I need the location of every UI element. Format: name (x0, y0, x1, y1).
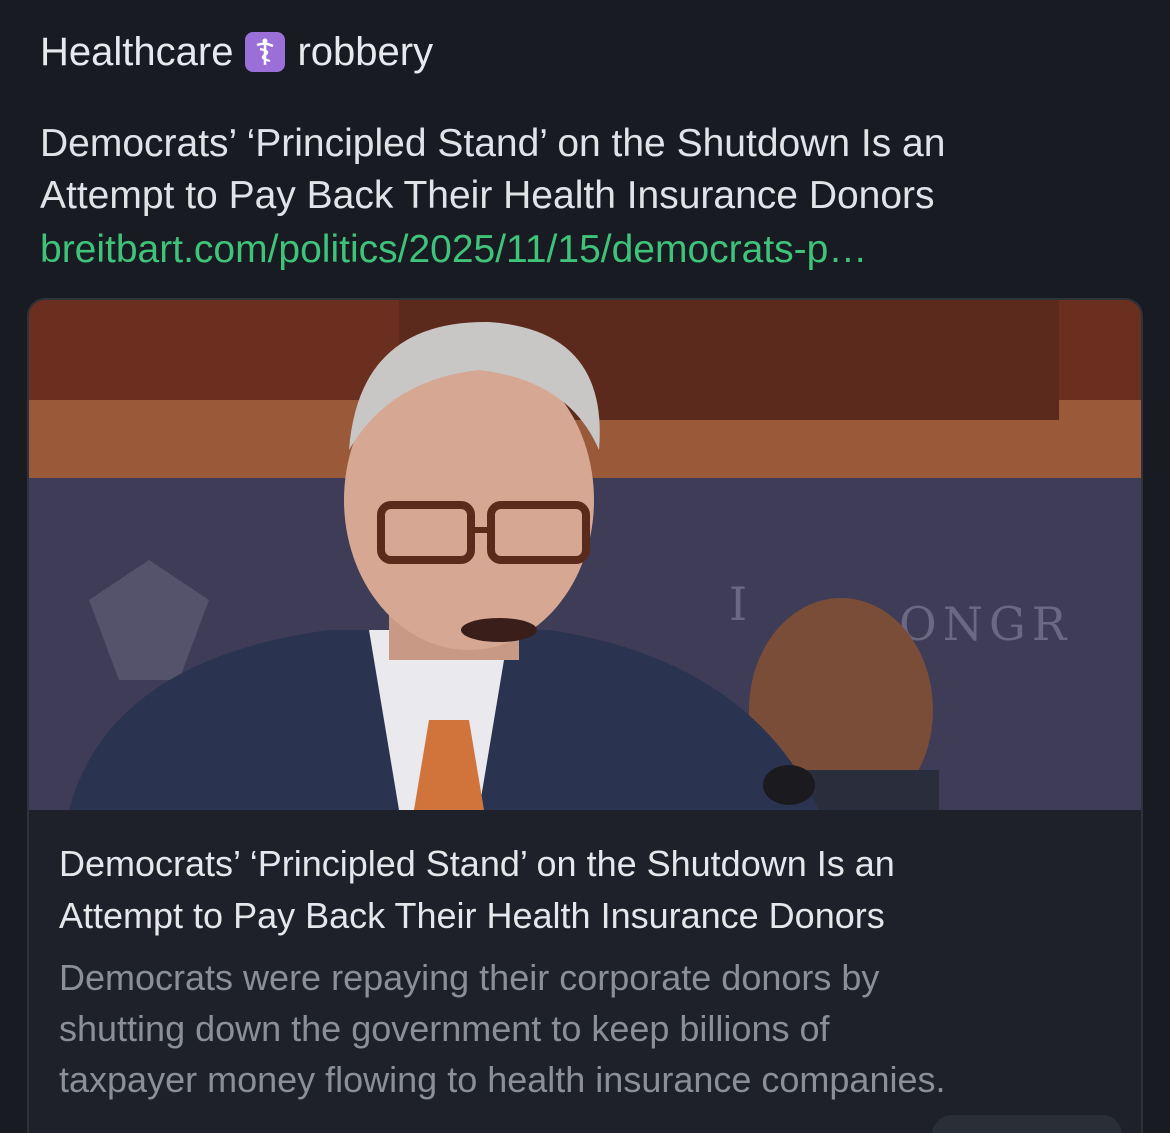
svg-text:I: I (729, 577, 747, 631)
link-preview-title-line: Attempt to Pay Back Their Health Insuran… (59, 895, 885, 936)
post-text-after-emoji: robbery (297, 30, 434, 74)
medical-symbol-icon (245, 32, 286, 72)
link-preview-description-line: shutting down the government to keep bil… (59, 1008, 830, 1049)
post-headline-line: Attempt to Pay Back Their Health Insuran… (40, 174, 935, 217)
link-preview-image: I ONGR (29, 300, 1141, 810)
post-headline: Democrats’ ‘Principled Stand’ on the Shu… (40, 118, 1140, 222)
link-preview-body: Democrats’ ‘Principled Stand’ on the Shu… (29, 810, 1141, 1105)
link-preview-description: Democrats were repaying their corporate … (59, 952, 1111, 1105)
link-preview-title-line: Democrats’ ‘Principled Stand’ on the Shu… (59, 843, 895, 884)
link-preview-description-line: taxpayer money flowing to health insuran… (59, 1059, 946, 1100)
post-text-before-emoji: Healthcare (40, 30, 234, 74)
svg-text:ONGR: ONGR (899, 597, 1072, 651)
link-preview-description-line: Democrats were repaying their corporate … (59, 957, 880, 998)
article-link[interactable]: breitbart.com/politics/2025/11/15/democr… (40, 222, 1140, 278)
post-text: Healthcare robbery Democrats’ ‘Principle… (40, 26, 1140, 278)
post-headline-line: Democrats’ ‘Principled Stand’ on the Shu… (40, 122, 946, 165)
post-first-line: Healthcare robbery (40, 26, 1140, 78)
link-preview-card[interactable]: I ONGR Democrats’ ‘Principled Stand’ on … (27, 298, 1143, 1133)
post: Healthcare robbery Democrats’ ‘Principle… (0, 0, 1170, 1133)
link-preview-title: Democrats’ ‘Principled Stand’ on the Shu… (59, 838, 1111, 942)
card-footer-pill[interactable] (932, 1115, 1122, 1133)
